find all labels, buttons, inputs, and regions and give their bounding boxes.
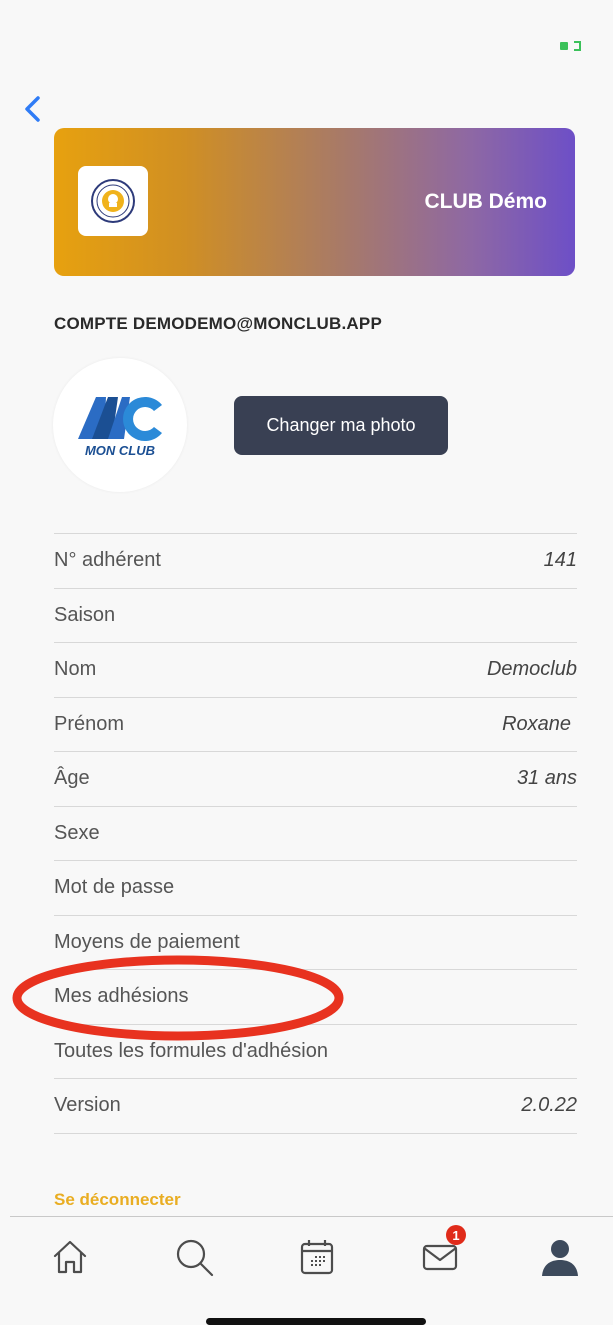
user-icon (542, 1240, 578, 1276)
tab-search[interactable] (170, 1233, 218, 1281)
row-label: Âge (54, 767, 90, 790)
monclub-logo-icon (78, 396, 162, 441)
account-title: COMPTE DEMODEMO@MONCLUB.APP (54, 314, 382, 333)
logout-link[interactable]: Se déconnecter (54, 1190, 181, 1210)
row-label: Mot de passe (54, 876, 175, 899)
row-label: Mes adhésions (54, 985, 189, 1008)
row-label: Sexe (54, 821, 100, 844)
row-label: Moyens de paiement (54, 930, 240, 953)
tab-messages[interactable]: 1 (416, 1225, 466, 1281)
account-info-list: N° adhérent 141 Saison Nom Democlub Prén… (54, 533, 577, 1134)
calendar-icon (300, 1240, 334, 1275)
row-value: 31 ans (516, 767, 577, 790)
home-icon (53, 1240, 87, 1274)
tab-profile[interactable] (536, 1233, 584, 1281)
row-first-name: Prénom Roxane (54, 698, 577, 752)
row-label: Saison (54, 603, 116, 626)
row-member-number: N° adhérent 141 (54, 534, 577, 589)
row-label: Version (54, 1094, 121, 1117)
avatar-brand-text: MON CLUB (84, 442, 156, 458)
back-button[interactable] (20, 92, 48, 128)
row-value: 141 (543, 549, 577, 572)
row-value: Democlub (486, 658, 577, 681)
row-age: Âge 31 ans (54, 752, 577, 807)
tab-calendar[interactable] (293, 1233, 341, 1281)
row-payment-methods[interactable]: Moyens de paiement (54, 916, 577, 970)
club-name: CLUB Démo (424, 190, 547, 213)
row-label: Toutes les formules d'adhésion (54, 1039, 328, 1062)
row-sex: Sexe (54, 807, 577, 861)
avatar[interactable]: MON CLUB (53, 358, 187, 492)
row-password[interactable]: Mot de passe (54, 861, 577, 916)
row-value: Roxane (502, 712, 571, 735)
club-logo (78, 166, 148, 236)
row-season[interactable]: Saison (54, 589, 577, 643)
row-last-name: Nom Democlub (54, 643, 577, 698)
bottom-tab-bar: 1 (10, 1216, 613, 1286)
change-photo-button[interactable]: Changer ma photo (234, 396, 448, 455)
messages-badge: 1 (446, 1225, 466, 1245)
row-all-membership-plans[interactable]: Toutes les formules d'adhésion (54, 1025, 577, 1079)
row-version: Version 2.0.22 (54, 1079, 577, 1134)
row-label: Prénom (54, 712, 125, 735)
club-banner: CLUB Démo (54, 128, 575, 276)
row-my-memberships[interactable]: Mes adhésions (54, 970, 577, 1025)
row-label: Nom (54, 658, 97, 681)
home-indicator (206, 1318, 426, 1325)
search-icon (176, 1239, 214, 1277)
row-label: N° adhérent (54, 549, 161, 572)
battery-icon (560, 41, 581, 51)
row-value: 2.0.22 (521, 1094, 577, 1117)
tab-home[interactable] (46, 1233, 94, 1281)
chevron-left-icon (25, 96, 40, 122)
club-seal-icon (91, 179, 135, 223)
